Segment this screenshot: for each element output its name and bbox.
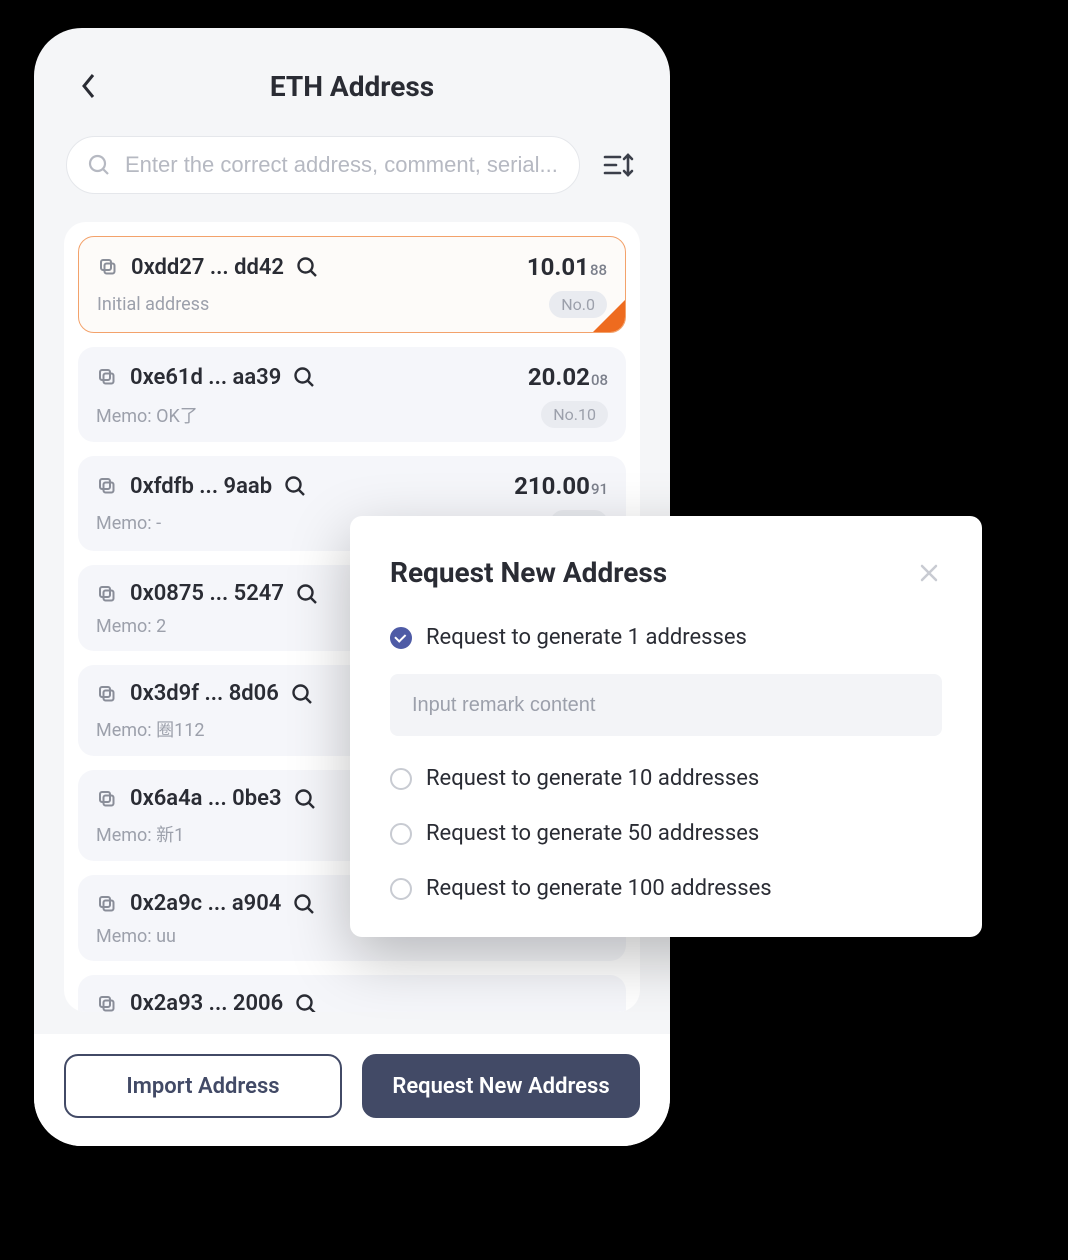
address-text: 0x2a93 ... 2006 xyxy=(130,991,283,1012)
magnify-icon[interactable] xyxy=(294,788,316,810)
modal-close-button[interactable] xyxy=(916,560,942,586)
search-input[interactable] xyxy=(125,152,559,178)
remark-input[interactable] xyxy=(390,674,942,736)
import-address-button[interactable]: Import Address xyxy=(64,1054,342,1118)
option-label: Request to generate 1 addresses xyxy=(426,625,747,650)
serial-badge: No.0 xyxy=(549,291,607,318)
address-text: 0xfdfb ... 9aab xyxy=(130,474,272,499)
copy-icon[interactable] xyxy=(96,993,118,1013)
modal-header: Request New Address xyxy=(390,556,942,589)
header: ETH Address xyxy=(34,54,670,118)
address-text: 0x2a9c ... a904 xyxy=(130,891,281,916)
generate-option[interactable]: Request to generate 100 addresses xyxy=(390,876,942,901)
magnify-icon[interactable] xyxy=(293,893,315,915)
page-title: ETH Address xyxy=(270,70,434,103)
memo-label: Memo: 新1 xyxy=(96,821,184,847)
magnify-icon[interactable] xyxy=(295,993,317,1013)
balance: 10.0188 xyxy=(527,253,607,281)
address-text: 0xdd27 ... dd42 xyxy=(131,255,284,280)
generate-option[interactable]: Request to generate 1 addresses xyxy=(390,625,942,650)
memo-label: Memo: 2 xyxy=(96,616,166,637)
generate-option[interactable]: Request to generate 50 addresses xyxy=(390,821,942,846)
generate-option[interactable]: Request to generate 10 addresses xyxy=(390,766,942,791)
address-text: 0x3d9f ... 8d06 xyxy=(130,681,279,706)
memo-label: Memo: 圈112 xyxy=(96,716,204,742)
sort-icon xyxy=(602,151,634,179)
copy-icon[interactable] xyxy=(96,583,118,605)
option-label: Request to generate 10 addresses xyxy=(426,766,759,791)
address-row-main: 0xdd27 ... dd42 10.0188 xyxy=(97,253,607,281)
address-text: 0xe61d ... aa39 xyxy=(130,365,281,390)
copy-icon[interactable] xyxy=(96,366,118,388)
option-label: Request to generate 50 addresses xyxy=(426,821,759,846)
request-new-address-button[interactable]: Request New Address xyxy=(362,1054,640,1118)
address-card[interactable]: 0xdd27 ... dd42 10.0188 Initial address No.… xyxy=(78,236,626,333)
sort-button[interactable] xyxy=(598,145,638,185)
radio-checked-icon[interactable] xyxy=(390,627,412,649)
radio-unchecked-icon[interactable] xyxy=(390,878,412,900)
address-row-meta: Initial address No.0 xyxy=(97,291,607,318)
modal-title: Request New Address xyxy=(390,556,667,589)
address-text: 0x6a4a ... 0be3 xyxy=(130,786,282,811)
address-text: 0x0875 ... 5247 xyxy=(130,581,284,606)
search-box[interactable] xyxy=(66,136,580,194)
memo-label: Memo: - xyxy=(96,513,161,534)
balance-main: 10.01 xyxy=(527,253,589,281)
balance-main: 210.00 xyxy=(514,472,590,500)
address-row-meta: Memo: OK了 No.10 xyxy=(96,401,608,428)
copy-icon[interactable] xyxy=(96,683,118,705)
balance: 20.0208 xyxy=(528,363,608,391)
magnify-icon[interactable] xyxy=(296,256,318,278)
search-icon xyxy=(87,153,111,177)
request-address-modal: Request New Address Request to generate … xyxy=(350,516,982,937)
address-card[interactable]: 0xe61d ... aa39 20.0208 Memo: OK了 No.10 xyxy=(78,347,626,442)
back-button[interactable] xyxy=(74,71,104,101)
magnify-icon[interactable] xyxy=(284,475,306,497)
copy-icon[interactable] xyxy=(96,893,118,915)
copy-icon[interactable] xyxy=(96,475,118,497)
address-row-main: 0xe61d ... aa39 20.0208 xyxy=(96,363,608,391)
copy-icon[interactable] xyxy=(96,788,118,810)
balance: 210.0091 xyxy=(514,472,608,500)
address-row-main: 0x2a93 ... 2006 xyxy=(96,991,608,1012)
remark-wrap xyxy=(390,680,942,766)
memo-label: Memo: OK了 xyxy=(96,402,198,428)
balance-decimals: 88 xyxy=(590,261,607,279)
address-row-main: 0xfdfb ... 9aab 210.0091 xyxy=(96,472,608,500)
option-label: Request to generate 100 addresses xyxy=(426,876,772,901)
radio-unchecked-icon[interactable] xyxy=(390,768,412,790)
memo-label: Memo: uu xyxy=(96,926,176,947)
balance-main: 20.02 xyxy=(528,363,590,391)
copy-icon[interactable] xyxy=(97,256,119,278)
chevron-left-icon xyxy=(81,73,97,99)
balance-decimals: 08 xyxy=(591,371,608,389)
magnify-icon[interactable] xyxy=(296,583,318,605)
address-card[interactable]: 0x2a93 ... 2006Memo: 哦哦 xyxy=(78,975,626,1012)
footer: Import Address Request New Address xyxy=(34,1034,670,1146)
close-icon xyxy=(919,563,939,583)
search-row xyxy=(34,118,670,208)
radio-unchecked-icon[interactable] xyxy=(390,823,412,845)
magnify-icon[interactable] xyxy=(293,366,315,388)
magnify-icon[interactable] xyxy=(291,683,313,705)
balance-decimals: 91 xyxy=(591,480,608,498)
serial-badge: No.10 xyxy=(541,401,608,428)
memo-label: Initial address xyxy=(97,294,209,315)
